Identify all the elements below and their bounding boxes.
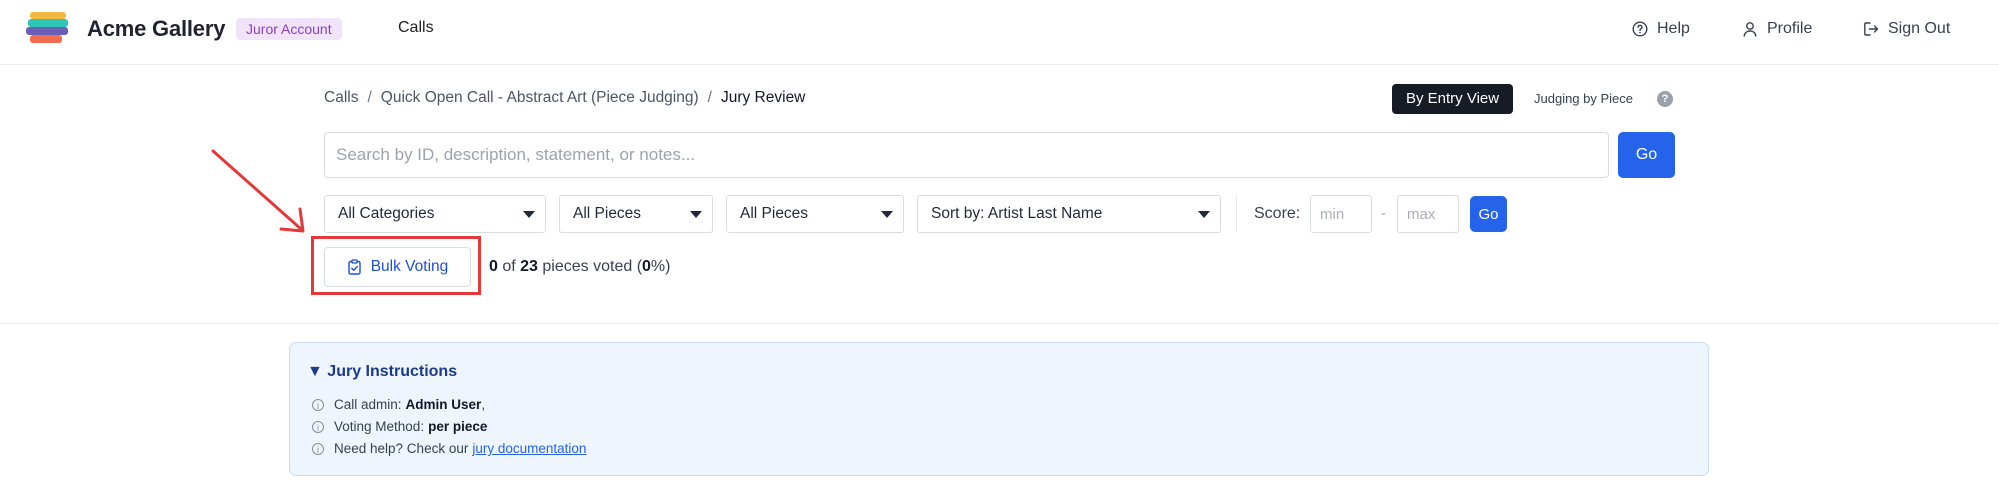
- pieces-filter-value: All Pieces: [573, 205, 642, 222]
- pieces-status-select[interactable]: All Pieces: [726, 195, 904, 233]
- breadcrumb-calls[interactable]: Calls: [324, 89, 358, 107]
- voted-count: 0: [489, 258, 498, 275]
- user-icon: [1743, 22, 1757, 37]
- help-circle-icon: [1632, 21, 1648, 37]
- info-icon: i: [312, 442, 324, 455]
- jury-instructions-panel: ▼ Jury Instructions i Call admin: Admin …: [289, 342, 1709, 476]
- bulk-voting-button[interactable]: Bulk Voting: [324, 247, 471, 287]
- score-min-input[interactable]: [1310, 195, 1372, 233]
- breadcrumb-current: Jury Review: [720, 89, 806, 106]
- percent-suffix: %): [650, 258, 671, 275]
- instruction-help: i Need help? Check our jury documentatio…: [312, 441, 586, 456]
- method-label: Voting Method:: [334, 419, 425, 434]
- total-count: 23: [520, 258, 538, 275]
- jury-instructions-title: Jury Instructions: [327, 363, 458, 380]
- breadcrumb-call-name[interactable]: Quick Open Call - Abstract Art (Piece Ju…: [381, 89, 699, 107]
- info-icon: i: [312, 398, 324, 411]
- score-max-input[interactable]: [1397, 195, 1459, 233]
- caret-down-icon: [523, 211, 535, 218]
- instruction-voting-method: i Voting Method: per piece: [312, 419, 487, 434]
- admin-suffix: ,: [481, 397, 486, 412]
- info-icon: i: [312, 420, 324, 433]
- sort-select[interactable]: Sort by: Artist Last Name: [917, 195, 1221, 233]
- annotation-arrow: [211, 149, 305, 233]
- filter-divider: [1236, 196, 1237, 232]
- sort-select-value: Sort by: Artist Last Name: [931, 205, 1103, 222]
- sign-out-icon: [1864, 22, 1879, 36]
- of-text: of: [502, 258, 516, 275]
- triangle-down-icon: ▼: [307, 363, 323, 380]
- help-link[interactable]: Help: [1632, 18, 1690, 40]
- pieces-voted-text: pieces voted (: [542, 258, 643, 275]
- help-text: Need help? Check our: [334, 441, 469, 456]
- section-divider: [0, 323, 1999, 324]
- score-go-button[interactable]: Go: [1470, 196, 1507, 232]
- caret-down-icon: [1198, 211, 1210, 218]
- account-badge: Juror Account: [236, 18, 342, 40]
- search-input[interactable]: [324, 132, 1609, 178]
- score-range-dash: -: [1381, 205, 1386, 222]
- caret-down-icon: [881, 211, 893, 218]
- voted-percent: 0: [642, 258, 651, 275]
- jury-instructions-toggle[interactable]: ▼ Jury Instructions: [307, 363, 457, 381]
- help-label: Help: [1657, 20, 1690, 37]
- admin-label: Call admin:: [334, 397, 402, 412]
- category-select-value: All Categories: [338, 205, 435, 222]
- sign-out-link[interactable]: Sign Out: [1863, 18, 1950, 40]
- pieces-filter-select[interactable]: All Pieces: [559, 195, 713, 233]
- top-bar: Acme Gallery Juror Account Calls Help Pr…: [0, 0, 1999, 65]
- category-select[interactable]: All Categories: [324, 195, 546, 233]
- profile-link[interactable]: Profile: [1742, 18, 1812, 40]
- acme-logo-icon[interactable]: [26, 12, 72, 46]
- sign-out-label: Sign Out: [1888, 20, 1951, 37]
- breadcrumb-separator: /: [367, 89, 372, 106]
- voting-progress-text: 0 of 23 pieces voted (0%): [489, 258, 670, 276]
- breadcrumb: Calls / Quick Open Call - Abstract Art (…: [324, 89, 805, 107]
- clipboard-check-icon: [348, 259, 361, 275]
- bulk-voting-label: Bulk Voting: [370, 258, 449, 275]
- question-mark-icon[interactable]: ?: [1657, 91, 1673, 107]
- breadcrumb-separator: /: [707, 89, 712, 106]
- admin-value: Admin User: [405, 397, 482, 412]
- nav-calls-link[interactable]: Calls: [398, 19, 434, 37]
- profile-label: Profile: [1767, 20, 1813, 37]
- search-go-button[interactable]: Go: [1618, 132, 1675, 178]
- jury-documentation-link[interactable]: jury documentation: [472, 441, 586, 456]
- score-label: Score:: [1254, 205, 1301, 222]
- caret-down-icon: [690, 211, 702, 218]
- by-entry-view-button[interactable]: By Entry View: [1392, 84, 1514, 114]
- instruction-admin: i Call admin: Admin User,: [312, 397, 485, 412]
- brand-name[interactable]: Acme Gallery: [87, 16, 225, 42]
- pieces-status-value: All Pieces: [740, 205, 809, 222]
- judging-mode-label: Judging by Piece: [1534, 91, 1634, 106]
- method-value: per piece: [428, 419, 488, 434]
